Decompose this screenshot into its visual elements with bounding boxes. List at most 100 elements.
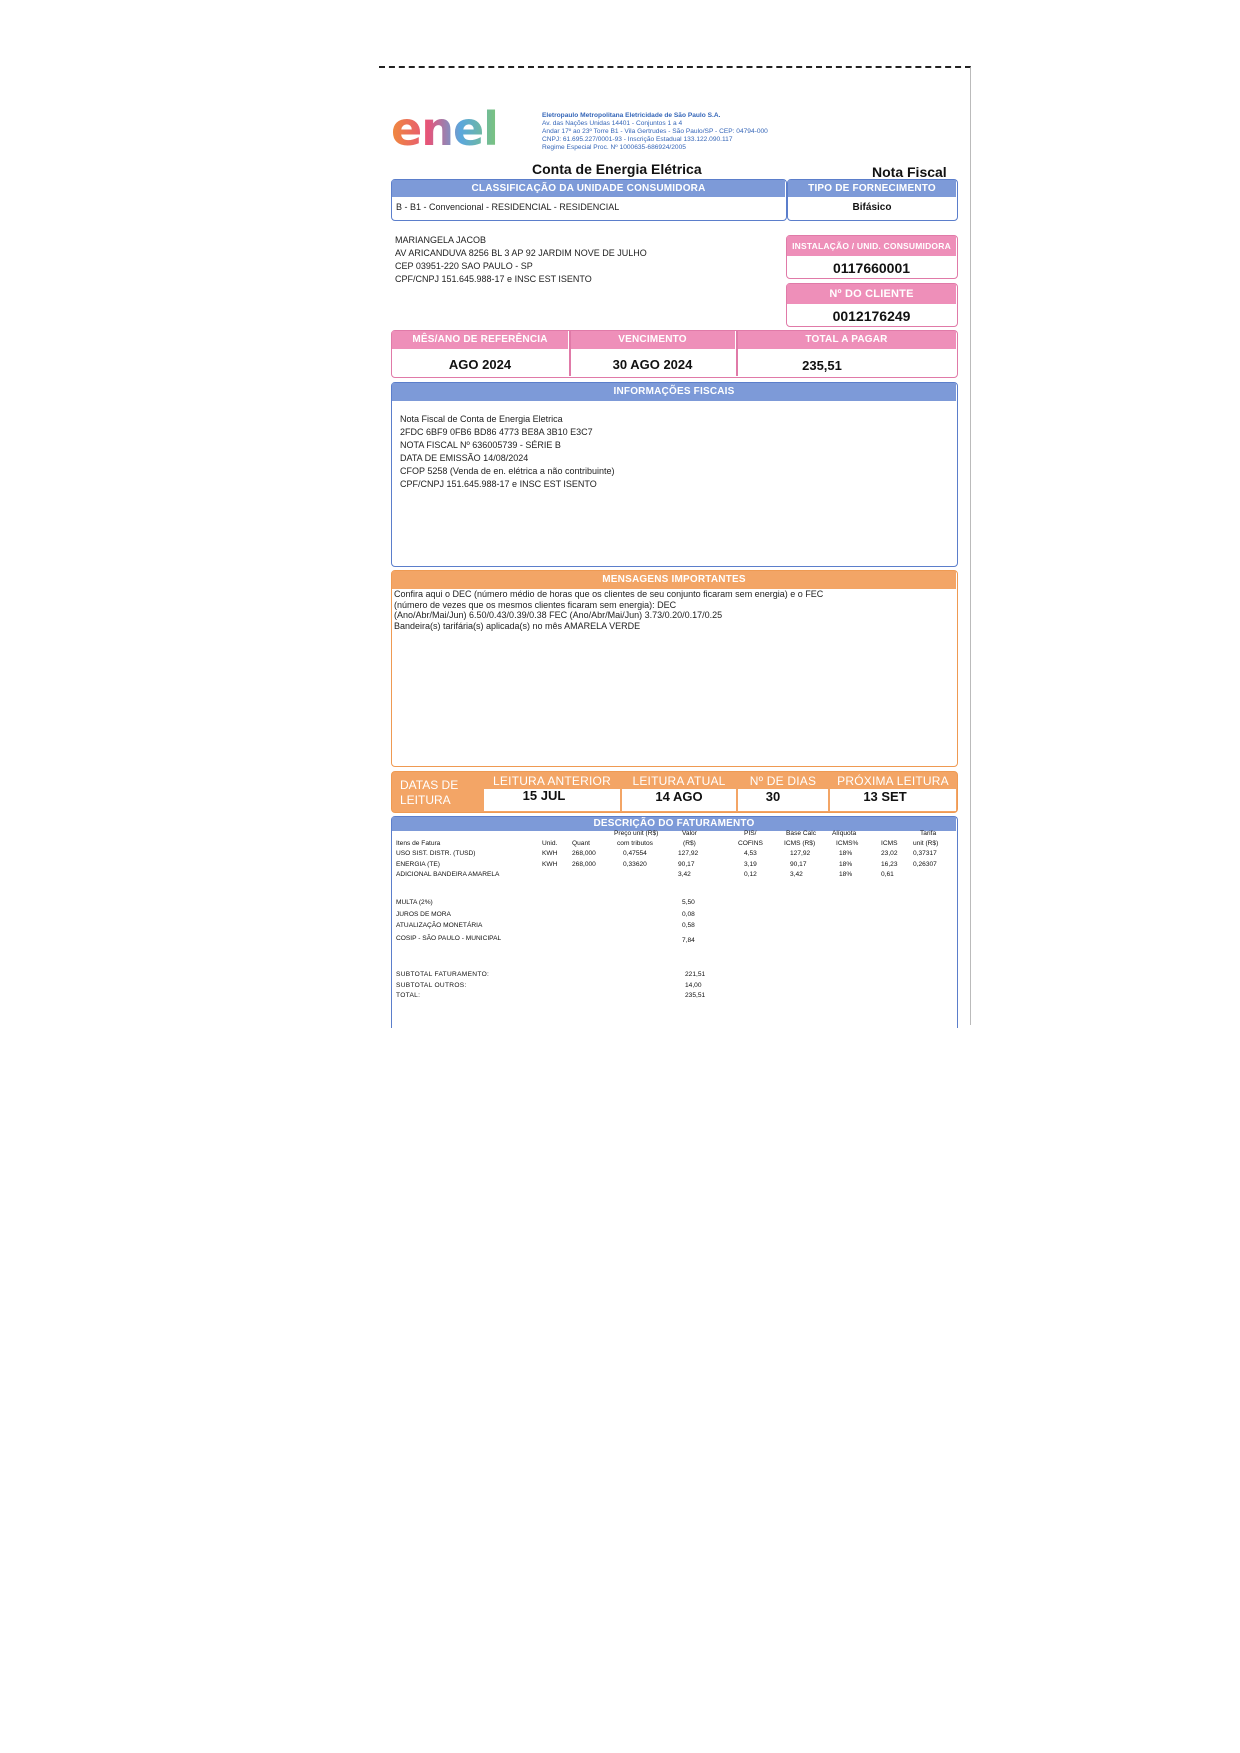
bill-pis: 4,53: [744, 850, 757, 857]
total-label: TOTAL:: [396, 992, 421, 999]
col-header-unit: Unid.: [542, 840, 558, 847]
other-values-column: 5,50 0,08 0,58: [682, 897, 695, 932]
col-header-value-sub: (R$): [683, 840, 696, 847]
svg-text:enel: enel: [391, 105, 498, 155]
bill-base: 3,42: [790, 871, 803, 878]
col-header-price-sub: com tributos: [617, 840, 653, 847]
document-title: Conta de Energia Elétrica: [532, 161, 702, 177]
days-header: Nº DE DIAS: [749, 774, 817, 788]
col-header-aliquota-sub: ICMS%: [836, 840, 859, 847]
document-type: Nota Fiscal: [872, 164, 947, 180]
prev-reading-header: LEITURA ANTERIOR: [493, 774, 611, 788]
curr-reading-header: LEITURA ATUAL: [632, 774, 726, 788]
reference-header: MÊS/ANO DE REFERÊNCIA: [392, 331, 568, 349]
bill-items-column: USO SIST. DISTR. (TUSD) ENERGIA (TE) ADI…: [396, 849, 499, 881]
bill-icms-column: 23,02 16,23 0,61: [881, 849, 898, 881]
col-header-price: Preço unit (R$): [614, 830, 659, 837]
other-item: COSIP - SÃO PAULO - MUNICIPAL: [396, 935, 502, 942]
col-header-base-sub: ICMS (R$): [784, 840, 816, 847]
classification-value: B - B1 - Convencional - RESIDENCIAL - RE…: [396, 202, 620, 212]
col-header-pis: PIS/: [744, 830, 757, 837]
col-header-icms: ICMS: [881, 840, 898, 847]
message-line: (número de vezes que os mesmos clientes …: [394, 599, 677, 610]
bill-base-column: 127,92 90,17 3,42: [790, 849, 810, 881]
bill-pis: 0,12: [744, 871, 757, 878]
other-value: 0,08: [682, 910, 695, 918]
total-value: 235,51: [685, 992, 706, 999]
fiscal-info-box: INFORMAÇÕES FISCAIS Nota Fiscal de Conta…: [391, 382, 958, 567]
message-line: Bandeira(s) tarifária(s) aplicada(s) no …: [394, 620, 641, 631]
message-line: (Ano/Abr/Mai/Jun) 6.50/0.43/0.39/0.38 FE…: [394, 610, 723, 620]
total-header: TOTAL A PAGAR: [737, 331, 956, 349]
subtotal-billing-label: SUBTOTAL FATURAMENTO:: [396, 971, 490, 978]
billing-detail-box: DESCRIÇÃO DO FATURAMENTO Itens de Fatura…: [391, 816, 958, 1028]
bill-item: ENERGIA (TE): [396, 860, 440, 868]
other-item: ATUALIZAÇÃO MONETÁRIA: [396, 922, 483, 929]
reference-month: AGO 2024: [448, 357, 512, 372]
curr-reading-date: 14 AGO: [655, 789, 703, 804]
prev-reading-date: 15 JUL: [522, 788, 566, 803]
bill-tarifa-column: 0,37317 0,26307: [913, 849, 937, 870]
bill-price: 0,33620: [623, 860, 647, 868]
other-value: 7,84: [682, 937, 695, 944]
installation-box: INSTALAÇÃO / UNID. CONSUMIDORA 011766000…: [786, 235, 958, 279]
days-count: 30: [765, 789, 781, 804]
messages-header: MENSAGENS IMPORTANTES: [392, 571, 956, 589]
totals-values: 221,51 14,00 235,51: [685, 970, 705, 1002]
totals-labels: SUBTOTAL FATURAMENTO: SUBTOTAL OUTROS: T…: [396, 970, 489, 1002]
client-number-box: Nº DO CLIENTE 0012176249: [786, 283, 958, 327]
bill-price-column: 0,47554 0,33620: [623, 849, 647, 870]
customer-block: MARIANGELA JACOB AV ARICANDUVA 8256 BL 3…: [395, 234, 647, 286]
message-line: Confira aqui o DEC (número médio de hora…: [394, 589, 824, 599]
bill-icms: 23,02: [881, 850, 898, 857]
bill-base: 90,17: [790, 860, 807, 868]
classification-box: CLASSIFICAÇÃO DA UNIDADE CONSUMIDORA B -…: [391, 179, 787, 221]
fiscal-line: 2FDC 6BF9 0FB6 BD86 4773 BE8A 3B10 E3C7: [400, 427, 593, 437]
other-value: 0,58: [682, 922, 695, 929]
col-header-aliquota: Alíquota: [832, 830, 857, 837]
next-reading-date: 13 SET: [863, 789, 907, 804]
bill-aliquota: 18%: [839, 850, 853, 857]
company-name: Eletropaulo Metropolitana Eletricidade d…: [542, 112, 721, 119]
due-date-header: VENCIMENTO: [570, 331, 735, 349]
fiscal-line: CPF/CNPJ 151.645.988-17 e INSC EST ISENT…: [400, 479, 597, 489]
fiscal-line: DATA DE EMISSÃO 14/08/2024: [400, 453, 529, 463]
readings-label: DATAS DE LEITURA: [400, 778, 459, 807]
company-info: Eletropaulo Metropolitana Eletricidade d…: [542, 112, 768, 152]
bill-qty: 268,000: [572, 860, 596, 868]
supply-type-header: TIPO DE FORNECIMENTO: [788, 180, 956, 197]
fiscal-line: NOTA FISCAL Nº 636005739 - SÉRIE B: [400, 440, 561, 450]
client-number: 0012176249: [832, 308, 911, 324]
bill-price: 0,47554: [623, 850, 647, 857]
total-amount: 235,51: [802, 358, 842, 373]
billing-summary-box: MÊS/ANO DE REFERÊNCIA VENCIMENTO TOTAL A…: [391, 330, 958, 378]
col-header-tarifa-sub: unit (R$): [913, 840, 939, 847]
enel-logo: enel: [391, 105, 499, 155]
subtotal-billing-value: 221,51: [685, 971, 706, 978]
company-address-line: Av. das Nações Unidas 14401 - Conjuntos …: [542, 120, 683, 127]
bill-value: 127,92: [678, 850, 699, 857]
bill-icms: 0,61: [881, 871, 894, 878]
bill-unit-column: KWH KWH: [542, 849, 557, 870]
bill-item: ADICIONAL BANDEIRA AMARELA: [396, 871, 500, 878]
company-address-line: Andar 17º ao 23º Torre B1 - Vila Gertrud…: [542, 128, 768, 135]
fiscal-info-text: Nota Fiscal de Conta de Energia Eletrica…: [400, 413, 614, 491]
subtotal-other-value: 14,00: [685, 981, 702, 989]
bill-value: 3,42: [678, 871, 691, 878]
customer-name: MARIANGELA JACOB: [395, 235, 487, 245]
classification-header: CLASSIFICAÇÃO DA UNIDADE CONSUMIDORA: [392, 180, 785, 197]
next-reading-header: PRÓXIMA LEITURA: [837, 774, 949, 788]
bill-tarifa: 0,37317: [913, 850, 937, 857]
col-header-pis-sub: COFINS: [738, 840, 763, 847]
client-number-header: Nº DO CLIENTE: [787, 284, 956, 304]
installation-number: 0117660001: [832, 260, 911, 276]
fiscal-info-header: INFORMAÇÕES FISCAIS: [392, 383, 956, 401]
bill-aliquota: 18%: [839, 871, 853, 878]
bill-aliquota: 18%: [839, 860, 853, 868]
col-header-value: Valor: [682, 830, 697, 837]
subtotal-other-label: SUBTOTAL OUTROS:: [396, 981, 467, 989]
bill-value: 90,17: [678, 860, 695, 868]
bill-pis-column: 4,53 3,19 0,12: [744, 849, 757, 881]
company-regime: Regime Especial Proc. Nº 1000635-686924/…: [542, 144, 686, 151]
col-header-qty: Quant: [572, 840, 590, 847]
